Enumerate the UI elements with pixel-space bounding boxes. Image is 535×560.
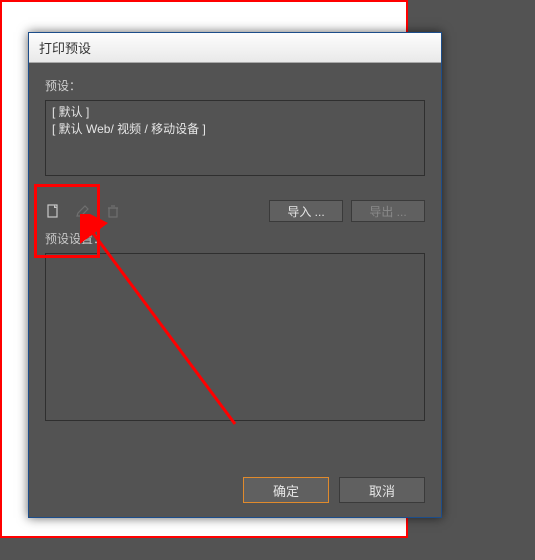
new-preset-button[interactable] <box>45 203 61 219</box>
preset-toolbar: 导入 ... 导出 ... <box>45 200 425 222</box>
preset-settings-box <box>45 253 425 421</box>
ok-button[interactable]: 确定 <box>243 477 329 503</box>
cancel-button[interactable]: 取消 <box>339 477 425 503</box>
delete-preset-button[interactable] <box>105 203 121 219</box>
dialog-titlebar: 打印预设 <box>29 33 441 63</box>
trash-icon <box>105 203 121 219</box>
presets-label: 预设： <box>45 77 425 94</box>
edit-preset-button[interactable] <box>75 203 91 219</box>
dialog-footer: 确定 取消 <box>233 477 425 503</box>
import-label: 导入 ... <box>287 203 324 220</box>
list-item[interactable]: [ 默认 ] <box>52 104 418 121</box>
ok-label: 确定 <box>273 481 299 500</box>
cancel-label: 取消 <box>369 481 395 500</box>
import-button[interactable]: 导入 ... <box>269 200 343 222</box>
preset-settings-label: 预设设置： <box>45 230 425 247</box>
export-button: 导出 ... <box>351 200 425 222</box>
export-label: 导出 ... <box>369 203 406 220</box>
print-presets-dialog: 打印预设 预设： [ 默认 ] [ 默认 Web/ 视频 / 移动设备 ] 导入… <box>28 32 442 518</box>
dialog-body: 预设： [ 默认 ] [ 默认 Web/ 视频 / 移动设备 ] 导入 ... … <box>29 63 441 433</box>
new-page-icon <box>45 203 61 219</box>
pencil-icon <box>75 203 91 219</box>
list-item[interactable]: [ 默认 Web/ 视频 / 移动设备 ] <box>52 121 418 138</box>
presets-listbox[interactable]: [ 默认 ] [ 默认 Web/ 视频 / 移动设备 ] <box>45 100 425 176</box>
dialog-title: 打印预设 <box>39 38 91 57</box>
